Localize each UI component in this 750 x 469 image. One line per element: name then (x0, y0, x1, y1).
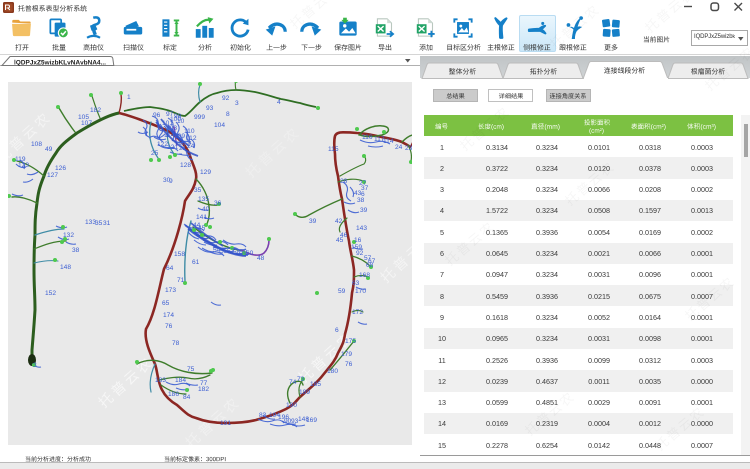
svg-text:109: 109 (174, 133, 185, 140)
svg-text:75: 75 (187, 366, 195, 373)
svg-text:170: 170 (355, 288, 366, 295)
svg-text:9: 9 (169, 178, 173, 185)
svg-text:61: 61 (192, 259, 200, 266)
svg-text:116: 116 (362, 134, 373, 141)
svg-text:107: 107 (81, 120, 92, 127)
svg-text:10: 10 (177, 118, 185, 125)
svg-text:37: 37 (361, 185, 369, 192)
svg-text:74: 74 (289, 379, 297, 386)
svg-text:36: 36 (214, 200, 222, 207)
svg-text:175: 175 (345, 338, 356, 345)
svg-text:183: 183 (155, 377, 166, 384)
svg-text:4: 4 (277, 99, 281, 106)
svg-text:25: 25 (151, 150, 159, 157)
svg-text:76: 76 (165, 323, 173, 330)
svg-text:21: 21 (179, 145, 187, 152)
svg-text:38: 38 (72, 247, 80, 254)
svg-text:39: 39 (360, 207, 368, 214)
svg-text:173: 173 (165, 287, 176, 294)
svg-text:60: 60 (246, 250, 254, 257)
svg-text:186: 186 (168, 391, 179, 398)
svg-text:35: 35 (194, 187, 202, 194)
svg-text:127: 127 (47, 172, 58, 179)
svg-text:64: 64 (166, 265, 174, 272)
svg-text:1: 1 (127, 94, 131, 101)
svg-text:128: 128 (180, 162, 191, 169)
svg-text:42: 42 (335, 218, 343, 225)
svg-text:73: 73 (297, 376, 305, 383)
svg-text:93: 93 (206, 105, 214, 112)
svg-text:28: 28 (340, 178, 348, 185)
svg-text:3: 3 (235, 100, 239, 107)
svg-text:24: 24 (395, 144, 403, 151)
svg-text:16: 16 (354, 237, 362, 244)
svg-text:24: 24 (187, 143, 195, 150)
svg-text:39: 39 (309, 218, 317, 225)
svg-text:132: 132 (63, 232, 74, 239)
svg-text:103: 103 (166, 125, 177, 132)
svg-text:185: 185 (310, 381, 321, 388)
svg-text:35: 35 (95, 220, 103, 227)
svg-text:152: 152 (45, 290, 56, 297)
svg-text:143: 143 (356, 225, 367, 232)
svg-text:68: 68 (366, 262, 374, 269)
svg-text:57: 57 (364, 255, 372, 262)
svg-text:108: 108 (31, 141, 42, 148)
svg-text:71: 71 (177, 277, 185, 284)
svg-text:168: 168 (359, 272, 370, 279)
svg-text:38: 38 (357, 197, 365, 204)
svg-text:59: 59 (338, 288, 346, 295)
svg-text:45: 45 (336, 237, 344, 244)
svg-text:3: 3 (33, 362, 37, 369)
svg-text:123: 123 (18, 162, 29, 169)
svg-text:6: 6 (335, 327, 339, 334)
svg-text:148: 148 (60, 264, 71, 271)
svg-text:172: 172 (352, 309, 363, 316)
svg-text:96: 96 (153, 112, 161, 119)
svg-text:83: 83 (259, 412, 267, 419)
svg-text:31: 31 (103, 220, 111, 227)
svg-text:141: 141 (196, 214, 207, 221)
svg-text:63: 63 (352, 280, 360, 287)
svg-text:184: 184 (175, 377, 186, 384)
svg-text:999: 999 (194, 114, 205, 121)
svg-text:159: 159 (351, 244, 362, 251)
svg-text:48: 48 (257, 255, 265, 262)
svg-text:76: 76 (345, 361, 353, 368)
svg-text:65: 65 (162, 300, 170, 307)
svg-text:182: 182 (198, 386, 209, 393)
svg-text:49: 49 (45, 146, 53, 153)
svg-text:179: 179 (341, 351, 352, 358)
svg-text:104: 104 (214, 122, 225, 129)
svg-text:169: 169 (306, 417, 317, 424)
svg-text:135: 135 (198, 196, 209, 203)
svg-text:190: 190 (286, 402, 297, 409)
svg-text:174: 174 (163, 312, 174, 319)
svg-text:126: 126 (55, 165, 66, 172)
svg-text:114: 114 (383, 138, 394, 145)
svg-text:92: 92 (222, 95, 230, 102)
svg-text:112: 112 (186, 135, 197, 142)
svg-text:92: 92 (356, 250, 364, 257)
svg-text:189: 189 (299, 389, 310, 396)
svg-text:122: 122 (157, 141, 168, 148)
svg-text:84: 84 (183, 394, 191, 401)
svg-text:182: 182 (90, 107, 101, 114)
svg-text:40: 40 (202, 206, 210, 213)
svg-text:158: 158 (174, 251, 185, 258)
svg-text:129: 129 (200, 169, 211, 176)
svg-text:78: 78 (172, 340, 180, 347)
svg-text:115: 115 (328, 146, 339, 153)
svg-text:191: 191 (220, 420, 231, 427)
svg-text:8: 8 (226, 111, 230, 118)
svg-text:23: 23 (405, 145, 412, 152)
svg-text:45: 45 (198, 225, 206, 232)
svg-text:121: 121 (167, 144, 178, 151)
svg-text:180: 180 (327, 368, 338, 375)
svg-text:110: 110 (184, 128, 195, 135)
